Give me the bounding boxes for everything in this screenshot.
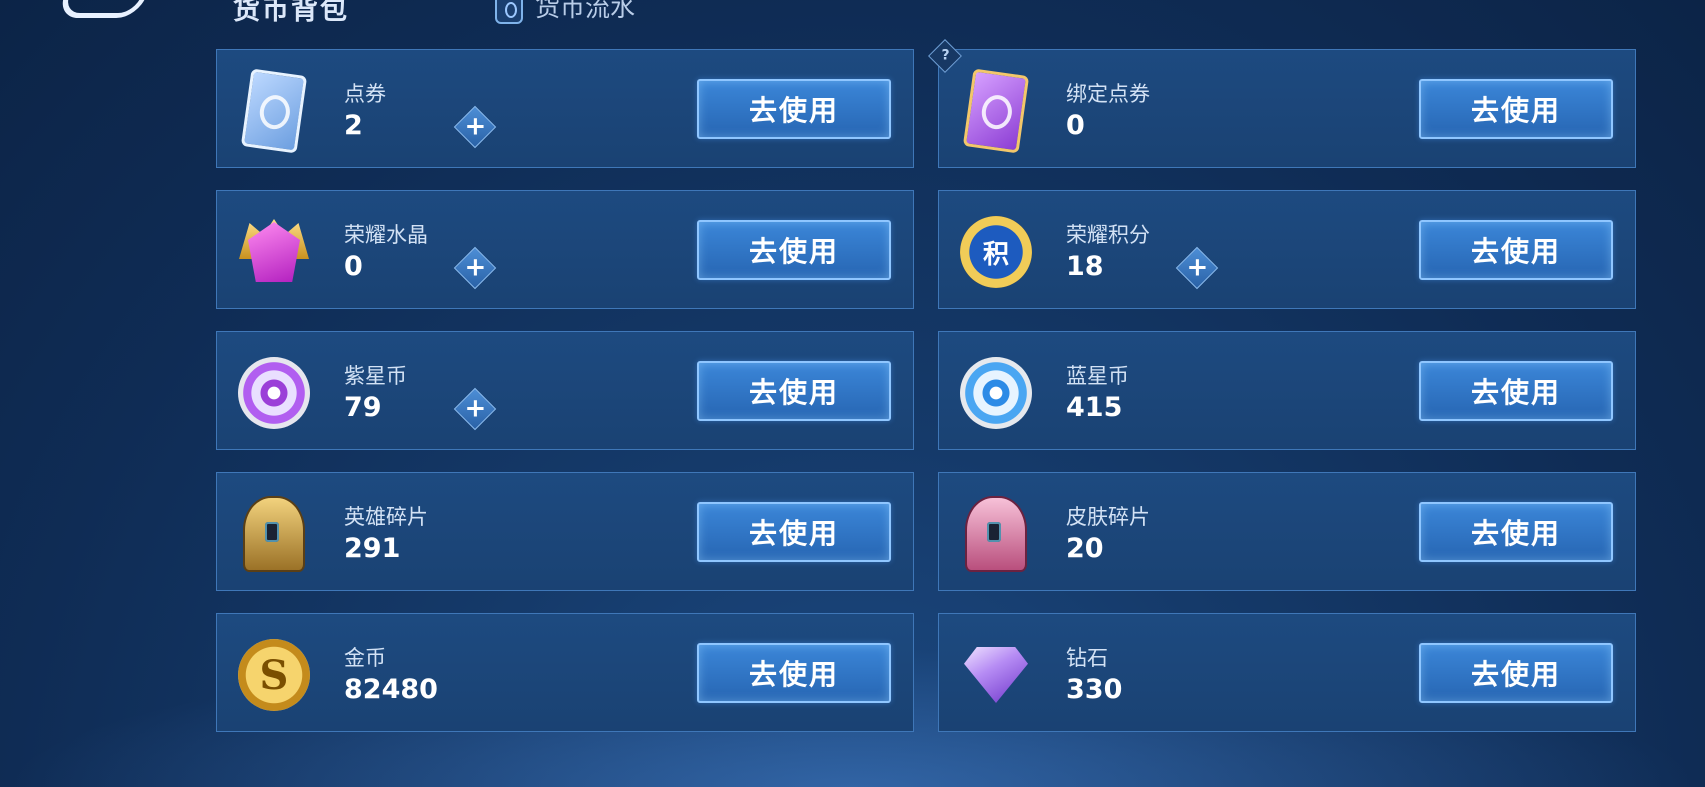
currency-name: 紫星币	[344, 364, 407, 388]
use-button[interactable]: 去使用	[697, 502, 891, 562]
currency-card-skin-shard: 皮肤碎片 20 去使用	[938, 472, 1636, 591]
currency-card-dianquan: 点券 2 + 去使用	[216, 49, 914, 168]
currency-card-hero-shard: 英雄碎片 291 去使用	[216, 472, 914, 591]
currency-name: 蓝星币	[1066, 364, 1129, 388]
plus-icon: +	[464, 111, 487, 142]
currency-name: 皮肤碎片	[1066, 505, 1150, 529]
currency-amount: 330	[1066, 674, 1123, 705]
currency-card-bound-dianquan: ? 绑定点券 0 去使用	[928, 39, 1636, 168]
currency-card-blue-star-coin: 蓝星币 415 去使用	[938, 331, 1636, 450]
purple-star-coin-icon	[235, 354, 313, 432]
skin-shard-icon	[953, 495, 1039, 573]
use-button[interactable]: 去使用	[697, 643, 891, 703]
add-dianquan-button[interactable]: +	[453, 105, 497, 149]
currency-amount: 18	[1066, 251, 1104, 282]
use-button[interactable]: 去使用	[1419, 502, 1613, 562]
glory-points-icon: 积	[957, 213, 1035, 291]
tab-currency-history-label: 货币流水	[535, 0, 636, 22]
use-button[interactable]: 去使用	[697, 79, 891, 139]
add-purple-star-coin-button[interactable]: +	[453, 387, 497, 431]
blue-star-coin-icon	[957, 354, 1035, 432]
currency-card-purple-star-coin: 紫星币 79 + 去使用	[216, 331, 914, 450]
use-button[interactable]: 去使用	[1419, 220, 1613, 280]
add-glory-points-button[interactable]: +	[1175, 246, 1219, 290]
currency-name: 荣耀水晶	[344, 223, 428, 247]
currency-name: 荣耀积分	[1066, 223, 1150, 247]
currency-amount: 415	[1066, 392, 1123, 423]
currency-name: 绑定点券	[1066, 82, 1150, 106]
add-glory-crystal-button[interactable]: +	[453, 246, 497, 290]
currency-name: 英雄碎片	[344, 505, 428, 529]
plus-icon: +	[464, 252, 487, 283]
currency-name: 钻石	[1066, 646, 1108, 670]
plus-icon: +	[1186, 252, 1209, 283]
currency-amount: 2	[344, 110, 363, 141]
use-button[interactable]: 去使用	[697, 220, 891, 280]
plus-icon: +	[464, 393, 487, 424]
currency-name: 点券	[344, 82, 386, 106]
currency-amount: 82480	[344, 674, 438, 705]
currency-amount: 0	[344, 251, 363, 282]
help-question-mark: ?	[941, 47, 950, 64]
use-button[interactable]: 去使用	[697, 361, 891, 421]
help-icon[interactable]: ?	[928, 39, 962, 73]
purple-ticket-icon	[957, 68, 1035, 154]
blue-ticket-icon	[235, 68, 313, 154]
glory-crystal-icon	[235, 213, 313, 291]
currency-name: 金币	[344, 646, 386, 670]
use-button[interactable]: 去使用	[1419, 79, 1613, 139]
page-title: 货币背包	[233, 0, 349, 26]
currency-card-glory-crystal: 荣耀水晶 0 + 去使用	[216, 190, 914, 309]
game-logo-icon	[56, 0, 150, 18]
shield-icon	[495, 0, 523, 24]
header: 货币背包 货币流水	[0, 0, 1705, 30]
tab-currency-history[interactable]: 货币流水	[495, 0, 635, 24]
diamond-icon	[957, 636, 1035, 714]
currency-amount: 291	[344, 533, 401, 564]
currency-amount: 20	[1066, 533, 1104, 564]
currency-card-diamond: 钻石 330 去使用	[938, 613, 1636, 732]
use-button[interactable]: 去使用	[1419, 643, 1613, 703]
currency-card-gold-coin: S 金币 82480 去使用	[216, 613, 914, 732]
gold-coin-icon: S	[235, 636, 313, 714]
currency-amount: 79	[344, 392, 382, 423]
hero-shard-icon	[231, 495, 317, 573]
use-button[interactable]: 去使用	[1419, 361, 1613, 421]
currency-amount: 0	[1066, 110, 1085, 141]
currency-card-glory-points: 积 荣耀积分 18 + 去使用	[938, 190, 1636, 309]
